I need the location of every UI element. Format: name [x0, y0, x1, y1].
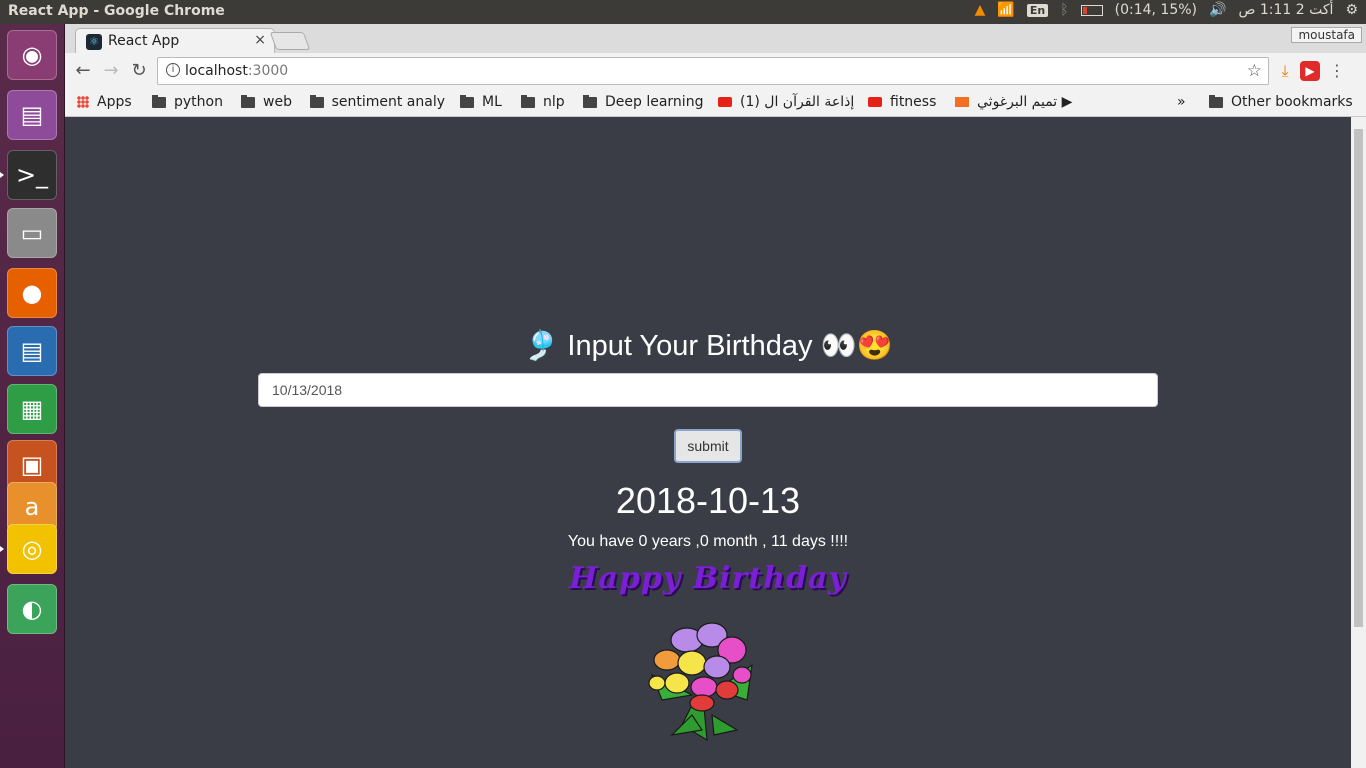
profile-button[interactable]: moustafa — [1291, 27, 1362, 43]
folder-icon — [521, 94, 535, 108]
age-message: You have 0 years ,0 month , 11 days !!!! — [567, 533, 849, 550]
vlc-icon[interactable]: ▲ — [975, 2, 986, 18]
system-top-panel: React App - Google Chrome ▲ 📶 En ᛒ (0:14… — [0, 0, 1366, 24]
chrome-menu-icon[interactable]: ⋮ — [1327, 61, 1347, 81]
bookmark-quran-radio[interactable]: (1) إذاعة القرآن ال — [718, 94, 854, 110]
launcher-firefox-icon[interactable]: ● — [7, 268, 57, 318]
settings-gear-icon[interactable]: ⚙ — [1345, 2, 1358, 18]
folder-icon — [460, 94, 474, 108]
window-title: React App - Google Chrome — [8, 3, 225, 19]
chrome-glyph: ◎ — [21, 535, 43, 563]
bookmark-folder-nlp[interactable]: nlp — [521, 94, 565, 110]
bookmark-folder-python[interactable]: python — [152, 94, 223, 110]
bookmarks-bar: Apps python web sentiment analy ML nlp D… — [65, 89, 1366, 117]
tab-title: React App — [108, 33, 180, 49]
libreoffice-calc-glyph: ▦ — [20, 395, 44, 423]
bookmark-tamim[interactable]: تميم البرغوثي ▶ — [955, 94, 1072, 110]
tab-close-icon[interactable]: × — [254, 32, 266, 48]
launcher-libreoffice-calc-icon[interactable]: ▦ — [7, 384, 57, 434]
result-date: 2018-10-13 — [615, 480, 801, 521]
new-tab-button[interactable] — [269, 32, 311, 50]
folder-icon — [152, 94, 166, 108]
launcher-terminal-icon[interactable]: >_ — [7, 150, 57, 200]
bookmark-folder-sentiment[interactable]: sentiment analy — [310, 94, 445, 110]
battery-icon[interactable] — [1080, 4, 1103, 16]
launcher-workspace-app-icon[interactable]: ▤ — [7, 90, 57, 140]
files-glyph: ▭ — [20, 219, 44, 247]
launcher-libreoffice-writer-icon[interactable]: ▤ — [7, 326, 57, 376]
download-icon[interactable]: ⤓ — [1275, 61, 1295, 81]
wifi-icon[interactable]: 📶 — [997, 2, 1014, 18]
flower-bouquet-image — [648, 622, 753, 742]
bookmark-folder-other[interactable]: Other bookmarks — [1209, 94, 1353, 110]
folder-icon — [310, 94, 324, 108]
folder-icon — [1209, 94, 1223, 108]
folder-icon — [241, 94, 255, 108]
launcher-ubuntu-dash-icon[interactable]: ◉ — [7, 30, 57, 80]
unity-launcher: ◉ ▤ >_ ▭ ● ▤ ▦ ▣ a ◎ ◐ — [0, 24, 65, 768]
submit-button[interactable]: submit — [674, 429, 742, 463]
page-scrollbar[interactable] — [1351, 117, 1366, 768]
bookmark-folder-web[interactable]: web — [241, 94, 292, 110]
back-arrow-icon[interactable]: ← — [71, 59, 95, 83]
page-heading: 🎐 Input Your Birthday 👀😍 — [523, 330, 893, 362]
volume-icon[interactable]: 🔊 — [1209, 2, 1226, 18]
url-text[interactable]: localhost:3000 — [185, 63, 288, 79]
youtube-icon — [868, 97, 882, 107]
reload-icon[interactable]: ↻ — [127, 59, 151, 83]
clock[interactable]: أكت 2 1:11 ص — [1238, 2, 1333, 18]
page-viewport: 🎐 Input Your Birthday 👀😍 10/13/2018 subm… — [65, 117, 1351, 768]
address-bar[interactable]: i localhost:3000 ☆ — [157, 57, 1269, 85]
bookmark-star-icon[interactable]: ☆ — [1247, 61, 1262, 81]
extension-icon[interactable]: ▶ — [1300, 61, 1320, 81]
running-indicator — [0, 172, 4, 178]
system-indicators: ▲ 📶 En ᛒ (0:14, 15%) 🔊 أكت 2 1:11 ص ⚙ — [975, 2, 1358, 18]
react-favicon-icon: ⚛ — [86, 34, 102, 50]
apps-grid-icon — [77, 96, 89, 108]
scrollbar-thumb[interactable] — [1354, 129, 1363, 627]
ubuntu-dash-glyph: ◉ — [21, 41, 43, 69]
bookmark-fitness[interactable]: fitness — [868, 94, 936, 110]
bookmark-apps[interactable]: Apps — [77, 94, 132, 110]
forward-arrow-icon[interactable]: → — [99, 59, 123, 83]
firefox-glyph: ● — [21, 279, 43, 307]
birthday-date-input[interactable]: 10/13/2018 — [258, 373, 1158, 407]
launcher-files-icon[interactable]: ▭ — [7, 208, 57, 258]
android-studio-glyph: ◐ — [21, 595, 43, 623]
folder-icon — [583, 94, 597, 108]
youtube-icon — [718, 97, 732, 107]
running-indicator — [0, 546, 4, 552]
bookmark-folder-ml[interactable]: ML — [460, 94, 502, 110]
site-info-icon[interactable]: i — [166, 63, 180, 77]
workspace-app-glyph: ▤ — [20, 101, 44, 129]
libreoffice-writer-glyph: ▤ — [20, 337, 44, 365]
tab-react-app[interactable]: ⚛ React App × — [75, 28, 275, 54]
keyboard-layout-indicator[interactable]: En — [1026, 3, 1049, 17]
battery-status[interactable]: (0:14, 15%) — [1115, 2, 1197, 18]
launcher-android-studio-icon[interactable]: ◐ — [7, 584, 57, 634]
terminal-glyph: >_ — [15, 161, 49, 189]
bookmarks-overflow-chevron[interactable]: » — [1177, 94, 1186, 110]
launcher-chrome-icon[interactable]: ◎ — [7, 524, 57, 574]
tab-strip: ⚛ React App × moustafa — [65, 24, 1366, 54]
bookmark-folder-deep-learning[interactable]: Deep learning — [583, 94, 703, 110]
bluetooth-icon[interactable]: ᛒ — [1060, 2, 1068, 18]
happy-birthday-greeting: Happy Birthday — [569, 561, 847, 596]
browser-toolbar: ← → ↻ i localhost:3000 ☆ ⤓ ▶ ⋮ — [65, 53, 1366, 89]
soundcloud-icon — [955, 97, 969, 107]
